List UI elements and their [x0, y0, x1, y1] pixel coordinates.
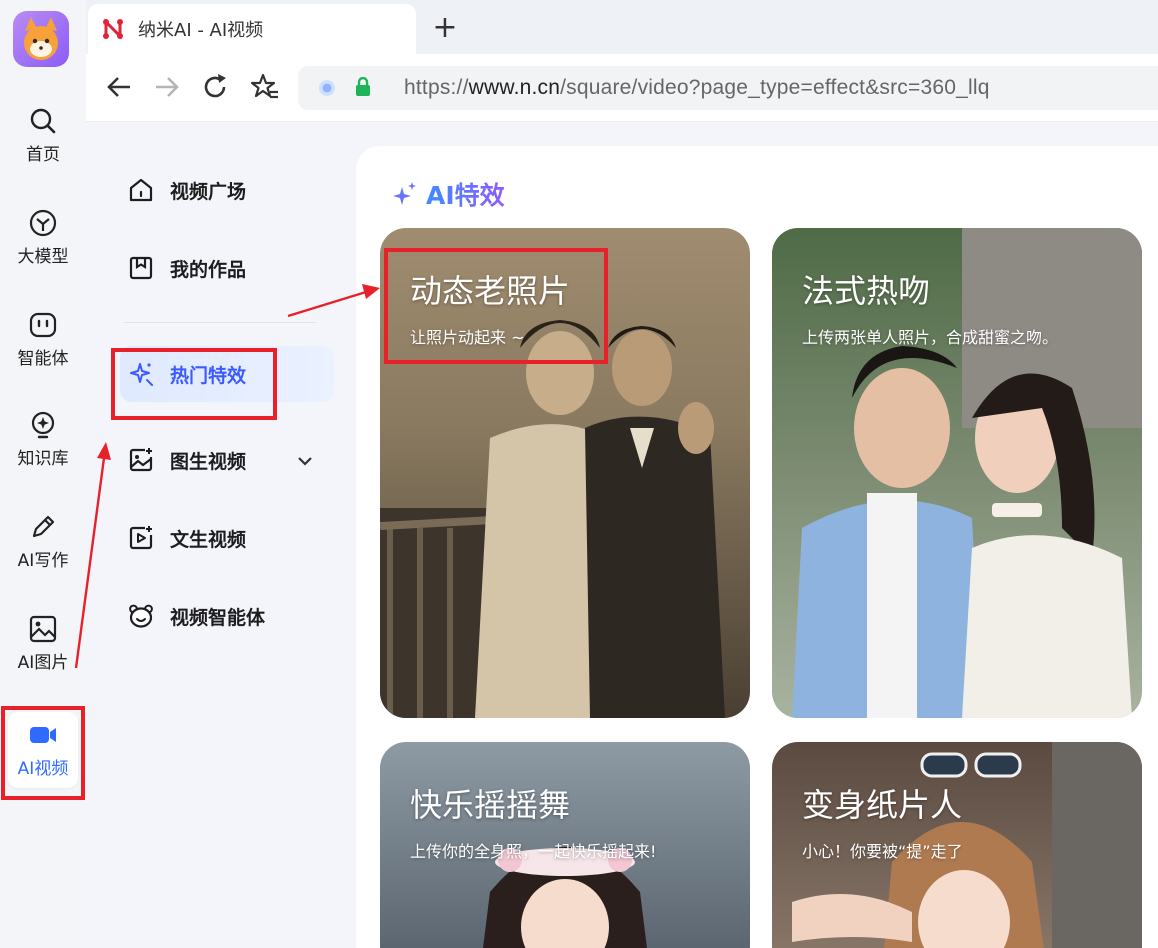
- card-title: 快乐摇摇舞: [410, 786, 571, 824]
- card-subtitle: 上传两张单人照片，合成甜蜜之吻。: [802, 328, 1059, 347]
- annotation-box-card-title: [384, 248, 608, 364]
- fox-logo-icon: [24, 17, 58, 60]
- image-icon: [29, 615, 57, 643]
- subnav-item-my-works[interactable]: 我的作品: [120, 240, 334, 296]
- play-square-icon: [129, 526, 153, 550]
- rail-label-knowledge: 知识库: [17, 449, 69, 469]
- rail-item-agents[interactable]: 智能体: [0, 310, 86, 390]
- card-title: 法式热吻: [802, 272, 931, 310]
- browser-tab[interactable]: 纳米AI - AI视频: [88, 4, 416, 54]
- rail-label-models: 大模型: [17, 247, 69, 267]
- url-text[interactable]: https://www.n.cn/square/video?page_type=…: [404, 76, 990, 100]
- chevron-down-icon[interactable]: [296, 452, 314, 470]
- bulb-icon: [31, 411, 55, 439]
- effect-card-paper-person[interactable]: 变身纸片人 小心！你要被“提”走了: [772, 742, 1142, 948]
- tab-title: 纳米AI - AI视频: [138, 20, 264, 41]
- cube-icon: [29, 209, 57, 237]
- card-title: 变身纸片人: [802, 786, 963, 824]
- effects-content: AI特效 动态老照片 让照片动起来 ~ 法式热吻 上传两张单人照片，合成甜蜜之吻…: [356, 146, 1158, 948]
- address-bar[interactable]: https://www.n.cn/square/video?page_type=…: [298, 66, 1158, 110]
- subnav-item-video-agent[interactable]: 视频智能体: [120, 588, 334, 644]
- subnav-label: 文生视频: [170, 528, 247, 551]
- subnav-item-text-to-video[interactable]: 文生视频: [120, 510, 334, 566]
- subnav-label: 图生视频: [170, 450, 247, 473]
- search-icon: [30, 108, 56, 134]
- rail-label-agents: 智能体: [17, 349, 69, 369]
- web-page: 视频广场 我的作品 热门特效 图生视频 文生视频 视频智能体 AI特效 动态老照…: [86, 122, 1158, 948]
- video-subnav: 视频广场 我的作品 热门特效 图生视频 文生视频 视频智能体: [86, 122, 354, 948]
- card-subtitle: 上传你的全身照，一起快乐摇起来!: [410, 842, 657, 861]
- nami-favicon-icon: [103, 18, 123, 40]
- url-path: /square/video?page_type=effect&src=360_l…: [560, 76, 990, 99]
- home-icon: [129, 178, 153, 202]
- ai-sparkle-icon: [393, 182, 416, 205]
- lock-icon: [356, 77, 370, 96]
- rail-item-home[interactable]: 首页: [0, 106, 86, 186]
- rail-label-home: 首页: [26, 145, 60, 165]
- rail-label-image: AI图片: [17, 653, 69, 673]
- tab-strip: 纳米AI - AI视频 +: [86, 0, 1158, 54]
- section-title: AI特效: [392, 176, 505, 212]
- subnav-label: 视频智能体: [170, 606, 266, 629]
- effect-card-happy-dance[interactable]: 快乐摇摇舞 上传你的全身照，一起快乐摇起来!: [380, 742, 750, 948]
- rail-label-writing: AI写作: [17, 551, 69, 571]
- site-info-icon[interactable]: [318, 79, 336, 97]
- subnav-label: 视频广场: [170, 180, 247, 203]
- agent-icon: [29, 312, 57, 338]
- rail-item-writing[interactable]: AI写作: [0, 512, 86, 592]
- subnav-label: 我的作品: [170, 258, 247, 281]
- reload-icon[interactable]: [200, 72, 230, 102]
- subnav-item-video-square[interactable]: 视频广场: [120, 162, 334, 218]
- annotation-box-hot-effects: [111, 348, 277, 420]
- section-title-text: AI特效: [426, 176, 505, 212]
- url-domain: www.n.cn: [468, 76, 561, 99]
- rail-item-models[interactable]: 大模型: [0, 208, 86, 288]
- app-logo[interactable]: [13, 11, 69, 67]
- bookmark-star-icon[interactable]: [250, 72, 280, 102]
- effect-card-french-kiss[interactable]: 法式热吻 上传两张单人照片，合成甜蜜之吻。: [772, 228, 1142, 718]
- bookmark-icon: [129, 256, 153, 280]
- card-subtitle: 小心！你要被“提”走了: [802, 842, 963, 861]
- back-arrow-icon[interactable]: [104, 72, 134, 102]
- rail-item-knowledge[interactable]: 知识库: [0, 410, 86, 490]
- annotation-box-rail-video: [1, 706, 85, 800]
- browser-toolbar: https://www.n.cn/square/video?page_type=…: [86, 54, 1158, 122]
- bear-face-icon: [129, 604, 153, 628]
- subnav-divider: [124, 322, 316, 323]
- url-scheme: https://: [404, 76, 469, 99]
- rail-item-image[interactable]: AI图片: [0, 614, 86, 694]
- effect-card-old-photo[interactable]: 动态老照片 让照片动起来 ~: [380, 228, 750, 718]
- app-rail: 首页 大模型 智能体 知识库 AI写作 AI图片 AI视频: [0, 0, 86, 948]
- pen-icon: [32, 515, 55, 538]
- forward-arrow-icon[interactable]: [152, 72, 182, 102]
- new-tab-button[interactable]: +: [430, 8, 460, 46]
- image-plus-icon: [129, 448, 153, 472]
